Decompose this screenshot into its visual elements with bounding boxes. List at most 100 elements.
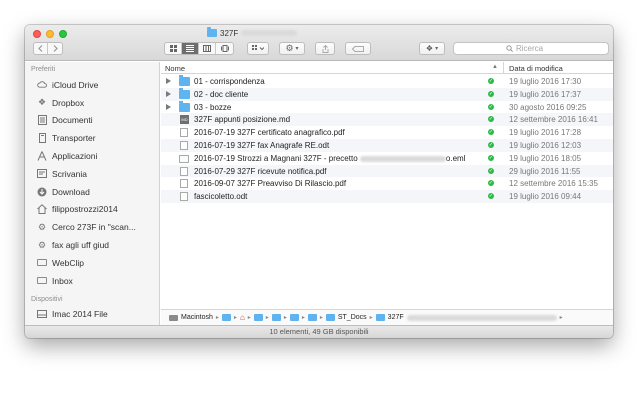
file-name: 2016-07-19 327F certificato anagrafico.p…: [194, 128, 345, 138]
chevron-right-icon: [53, 45, 58, 52]
tags-button[interactable]: [345, 42, 371, 55]
file-date: 12 settembre 2016 16:41: [509, 115, 598, 125]
path-separator-icon: ▸: [319, 315, 323, 321]
hard-disk-icon: [169, 314, 178, 321]
sidebar-item-fax-uff-giud[interactable]: ⚙ fax agli uff giud: [25, 236, 159, 254]
sidebar-item-applicazioni[interactable]: Applicazioni: [25, 147, 159, 165]
sidebar-item-dropbox[interactable]: ❖ Dropbox: [25, 94, 159, 112]
sidebar-item-home[interactable]: filippostrozzi2014: [25, 201, 159, 219]
path-separator-icon: ▸: [247, 315, 251, 321]
folder-icon: [375, 314, 385, 321]
desktop-icon: [37, 169, 47, 179]
sidebar-item-transporter[interactable]: Transporter: [25, 129, 159, 147]
sidebar-item-label: Transporter: [52, 133, 96, 144]
finder-window: 327F ⚙ ▾ ❖ ▾ Ricerca Preferiti iCloud Dr…: [25, 25, 613, 338]
file-row[interactable]: 2016-07-19 327F fax Anagrafe RE.odt ✓ 19…: [161, 139, 613, 152]
file-name: 2016-07-29 327F ricevute notifica.pdf: [194, 166, 327, 176]
path-item-disk[interactable]: Macintosh: [181, 314, 213, 321]
folder-icon: [325, 314, 335, 321]
dropbox-icon: ❖: [425, 44, 434, 53]
folder-icon[interactable]: [253, 314, 263, 321]
folder-icon[interactable]: [289, 314, 299, 321]
cloud-icon: [37, 80, 47, 90]
file-date: 29 luglio 2016 11:55: [509, 166, 581, 176]
dropbox-button[interactable]: ❖ ▾: [419, 42, 445, 55]
sidebar-item-imac-2014-file[interactable]: Imac 2014 File: [25, 306, 159, 324]
sidebar-item-documenti[interactable]: Documenti: [25, 112, 159, 130]
column-header-name[interactable]: Nome: [165, 64, 185, 73]
path-bar: Macintosh ▸ ▸ ⌂ ▸ ▸ ▸ ▸ ▸ ST_Docs ▸ 327F…: [161, 309, 613, 325]
file-row[interactable]: 2016-09-07 327F Preavviso Di Rilascio.pd…: [161, 177, 613, 190]
document-icon: [179, 128, 188, 138]
sidebar-item-label: fax agli uff giud: [52, 240, 110, 251]
arrange-button[interactable]: [247, 42, 269, 55]
folder-icon: [179, 75, 190, 86]
back-button[interactable]: [34, 43, 48, 54]
sort-ascending-icon: ▲: [492, 64, 498, 70]
file-row[interactable]: 03 - bozze ✓ 30 agosto 2016 09:25: [161, 100, 613, 114]
synced-check-icon: ✓: [488, 90, 494, 97]
file-row[interactable]: fascicoletto.odt ✓ 19 luglio 2016 09:44: [161, 190, 613, 203]
file-name: 2016-07-19 Strozzi a Magnani 327F - prec…: [194, 153, 466, 163]
sidebar-item-icloud-drive[interactable]: iCloud Drive: [25, 76, 159, 94]
synced-check-icon: ✓: [488, 129, 494, 136]
file-row[interactable]: 2016-07-19 Strozzi a Magnani 327F - prec…: [161, 152, 613, 165]
sidebar-item-smart-search-273f[interactable]: ⚙ Cerco 273F in "scan...: [25, 218, 159, 236]
file-date: 19 luglio 2016 17:37: [509, 89, 582, 99]
disclosure-triangle-icon[interactable]: [166, 103, 171, 110]
search-input[interactable]: [516, 44, 556, 53]
transporter-icon: [37, 133, 47, 144]
cover-flow-button[interactable]: [216, 43, 233, 54]
file-row[interactable]: 2016-07-29 327F ricevute notifica.pdf ✓ …: [161, 164, 613, 178]
folder-icon[interactable]: [271, 314, 281, 321]
mail-file-icon: [179, 154, 189, 163]
file-name: fascicoletto.odt: [194, 192, 248, 202]
path-item-st-docs[interactable]: ST_Docs: [338, 314, 367, 321]
path-item-current[interactable]: 327F: [388, 314, 404, 321]
status-bar: 10 elementi, 49 GB disponibili: [25, 325, 613, 338]
folder-icon[interactable]: [221, 314, 231, 321]
document-icon: [179, 179, 188, 189]
list-view-button[interactable]: [182, 43, 199, 54]
column-divider[interactable]: [503, 62, 504, 74]
zoom-window-button[interactable]: [59, 30, 67, 38]
share-button[interactable]: [315, 42, 335, 55]
file-row[interactable]: 01 - corrispondenza ✓ 19 luglio 2016 17:…: [161, 75, 613, 88]
disclosure-triangle-icon[interactable]: [166, 78, 171, 84]
path-separator-icon: ▸: [265, 315, 269, 321]
view-mode-control: [164, 42, 234, 55]
folder-icon: [37, 276, 47, 286]
disclosure-triangle-icon[interactable]: [166, 90, 171, 97]
share-icon: [322, 44, 328, 53]
synced-check-icon: ✓: [488, 142, 494, 148]
sidebar-item-download[interactable]: Download: [25, 183, 159, 201]
file-row[interactable]: 02 - doc cliente ✓ 19 luglio 2016 17:37: [161, 87, 613, 101]
action-button[interactable]: ⚙ ▾: [279, 42, 305, 55]
sidebar-item-inbox[interactable]: Inbox: [25, 272, 159, 290]
folder-icon[interactable]: [307, 314, 317, 321]
column-view-button[interactable]: [199, 43, 216, 54]
file-row[interactable]: MD 327F appunti posizione.md ✓ 12 settem…: [161, 113, 613, 127]
sidebar-item-label: filippostrozzi2014: [52, 204, 118, 215]
back-forward-control: [33, 42, 63, 55]
minimize-window-button[interactable]: [46, 30, 54, 38]
file-row[interactable]: 2016-07-19 327F certificato anagrafico.p…: [161, 126, 613, 139]
column-header-date[interactable]: Data di modifica: [509, 64, 563, 73]
icon-view-button[interactable]: [165, 43, 182, 54]
synced-check-icon: ✓: [488, 193, 494, 200]
sidebar-item-scrivania[interactable]: Scrivania: [25, 165, 159, 183]
forward-button[interactable]: [48, 43, 62, 54]
path-separator-icon: ▸: [369, 315, 373, 321]
sidebar-item-label: Dropbox: [52, 97, 85, 108]
home-icon[interactable]: ⌂: [240, 313, 245, 322]
search-field[interactable]: [453, 42, 609, 55]
gear-icon: ⚙: [37, 221, 47, 232]
disk-icon: [37, 309, 47, 319]
sidebar-item-webclip[interactable]: WebClip: [25, 254, 159, 272]
synced-check-icon: ✓: [488, 103, 494, 110]
synced-check-icon: ✓: [488, 154, 494, 161]
close-window-button[interactable]: [33, 30, 41, 38]
sidebar-item-label: iCloud Drive: [52, 79, 99, 90]
folder-icon: [37, 258, 47, 268]
redacted-text: [359, 155, 446, 162]
